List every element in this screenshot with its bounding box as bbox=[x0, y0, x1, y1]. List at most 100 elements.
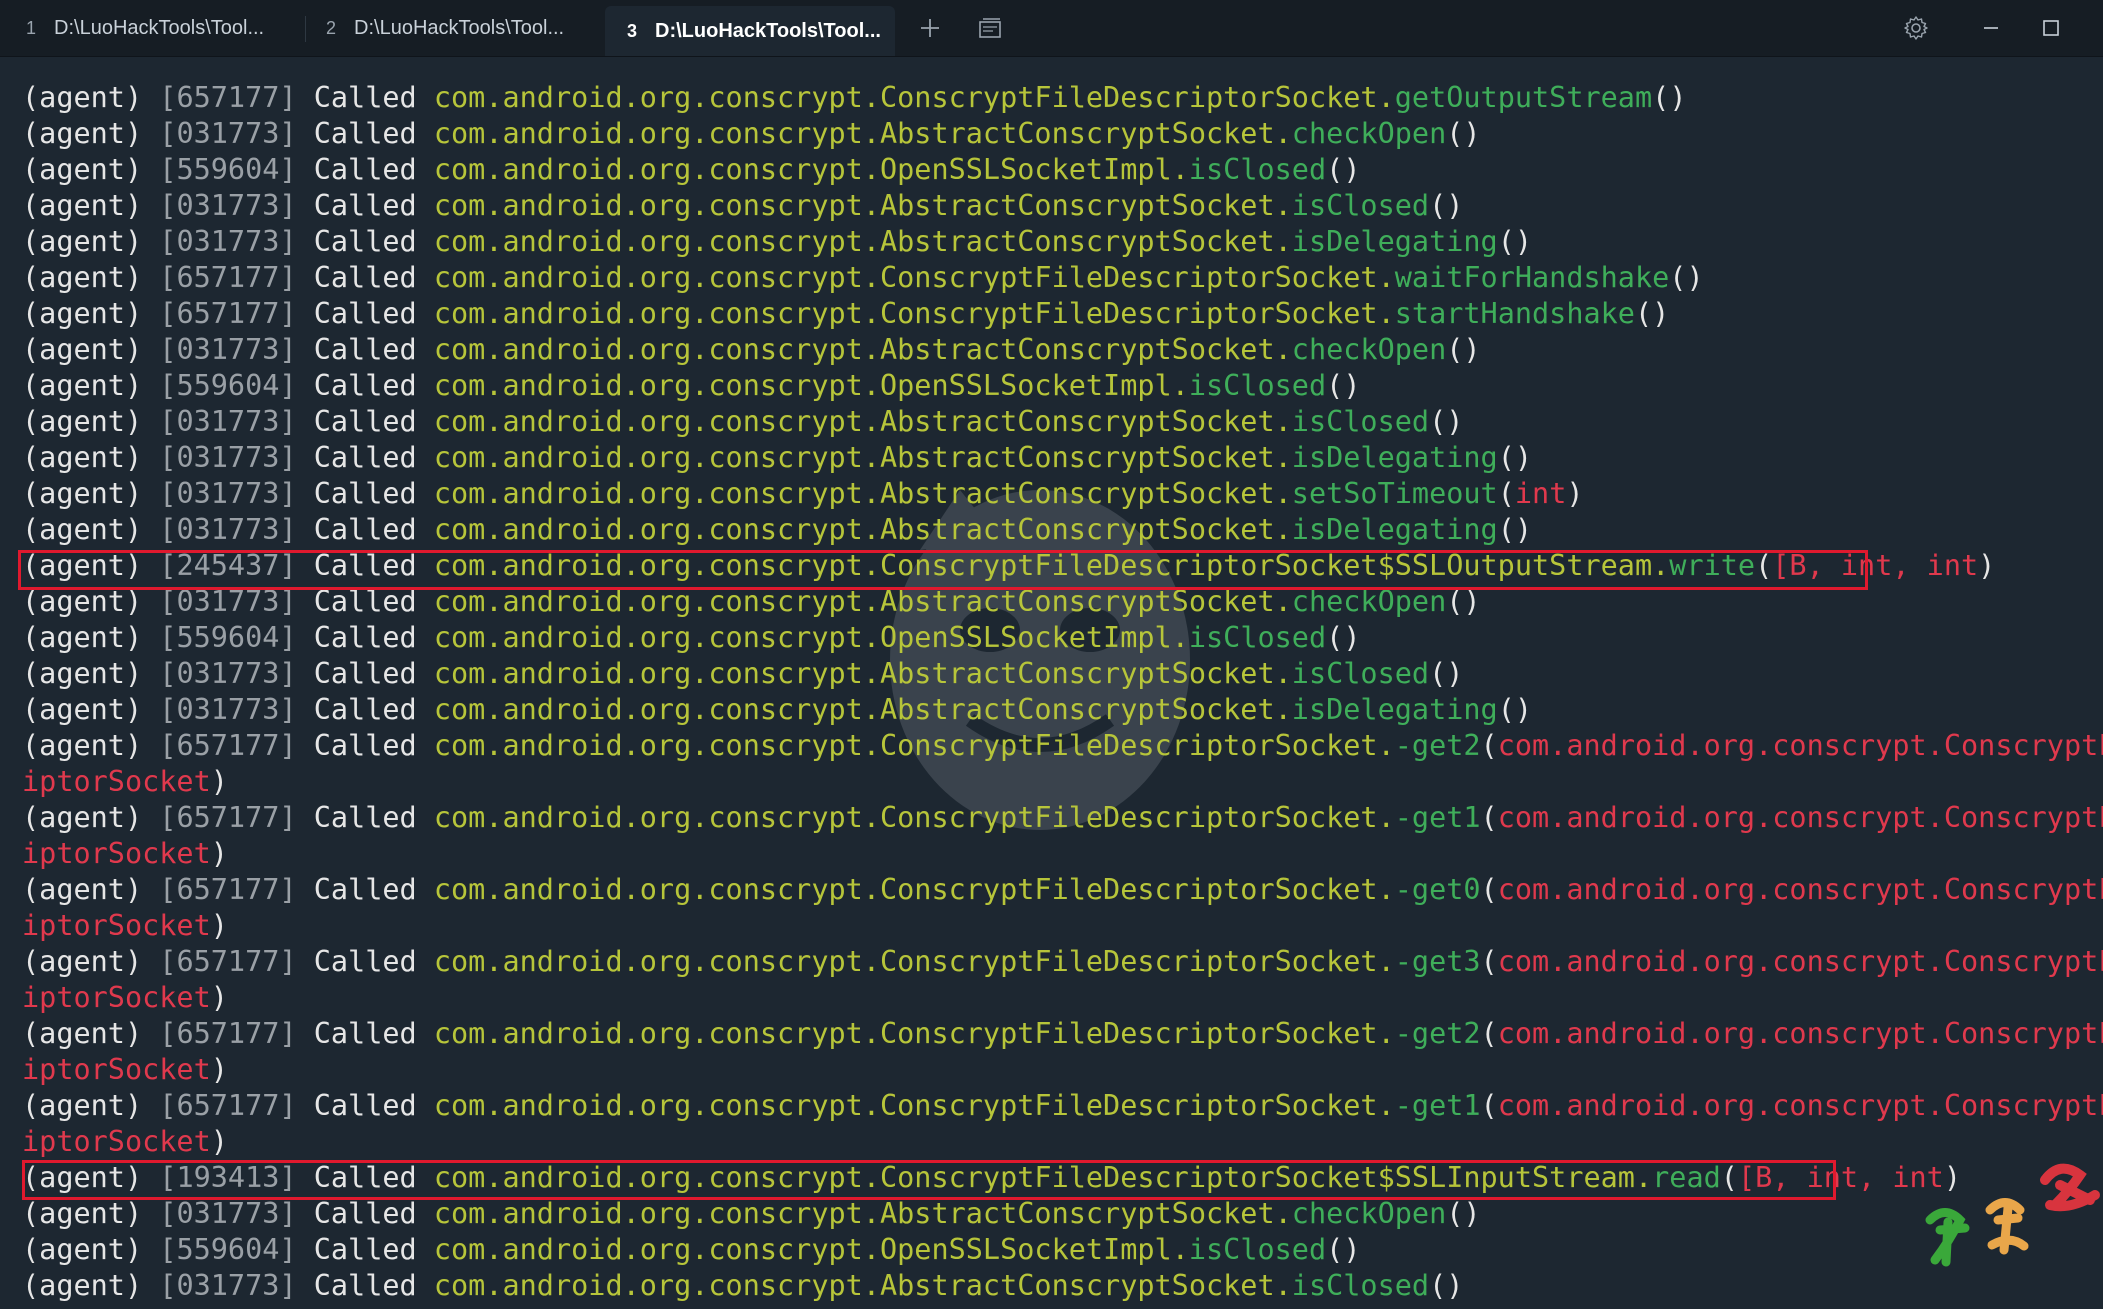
terminal-line: iptorSocket) bbox=[22, 980, 2103, 1016]
terminal-line: iptorSocket) bbox=[22, 764, 2103, 800]
terminal-line: (agent) [031773] Called com.android.org.… bbox=[22, 585, 1481, 618]
tab-overview-button[interactable] bbox=[972, 12, 1008, 44]
terminal-line: (agent) [031773] Called com.android.org.… bbox=[22, 1269, 1464, 1302]
open-paren: ( bbox=[1480, 1017, 1498, 1050]
process-id: [657177] bbox=[159, 81, 297, 114]
open-paren: ( bbox=[1326, 153, 1344, 186]
maximize-button[interactable] bbox=[2033, 12, 2069, 44]
agent-prefix: (agent) bbox=[22, 81, 143, 114]
agent-prefix: (agent) bbox=[22, 657, 143, 690]
open-paren: ( bbox=[1326, 621, 1344, 654]
class-name: com.android.org.conscrypt.AbstractConscr… bbox=[433, 693, 1275, 726]
tab-3[interactable]: 3 D:\LuoHackTools\Tool... bbox=[605, 6, 895, 56]
argument-types: [B, int, int bbox=[1737, 1161, 1944, 1194]
open-paren: ( bbox=[1446, 1197, 1464, 1230]
method-name: -get0 bbox=[1394, 873, 1481, 906]
class-name: com.android.org.conscrypt.OpenSSLSocketI… bbox=[433, 1233, 1172, 1266]
terminal-output[interactable]: (agent) [657177] Called com.android.org.… bbox=[22, 80, 2103, 1309]
open-paren: ( bbox=[1446, 333, 1464, 366]
terminal-line: (agent) [031773] Called com.android.org.… bbox=[22, 657, 1464, 690]
argument-types: iptorSocket bbox=[22, 765, 211, 798]
tab-2[interactable]: 2 D:\LuoHackTools\Tool... bbox=[310, 8, 600, 48]
process-id: [559604] bbox=[159, 153, 297, 186]
method-name: -get3 bbox=[1394, 945, 1481, 978]
method-name: isClosed bbox=[1188, 621, 1327, 654]
agent-prefix: (agent) bbox=[22, 1233, 143, 1266]
argument-types: iptorSocket bbox=[22, 1053, 211, 1086]
window-icon bbox=[978, 17, 1002, 39]
open-paren: ( bbox=[1720, 1161, 1738, 1194]
called-keyword: Called bbox=[313, 405, 417, 438]
method-name: isDelegating bbox=[1291, 225, 1498, 258]
process-id: [031773] bbox=[159, 585, 297, 618]
called-keyword: Called bbox=[313, 729, 417, 762]
called-keyword: Called bbox=[313, 189, 417, 222]
open-paren: ( bbox=[1497, 513, 1515, 546]
class-name: com.android.org.conscrypt.ConscryptFileD… bbox=[433, 297, 1378, 330]
class-name: com.android.org.conscrypt.AbstractConscr… bbox=[433, 189, 1275, 222]
argument-types: [B, int, int bbox=[1772, 549, 1979, 582]
tab-number: 1 bbox=[26, 17, 37, 38]
process-id: [559604] bbox=[159, 369, 297, 402]
process-id: [031773] bbox=[159, 189, 297, 222]
terminal-line: (agent) [657177] Called com.android.org.… bbox=[22, 800, 2103, 836]
class-name: com.android.org.conscrypt.ConscryptFileD… bbox=[433, 261, 1378, 294]
agent-prefix: (agent) bbox=[22, 1161, 143, 1194]
method-name: getOutputStream bbox=[1394, 81, 1653, 114]
called-keyword: Called bbox=[313, 657, 417, 690]
called-keyword: Called bbox=[313, 801, 417, 834]
agent-prefix: (agent) bbox=[22, 225, 143, 258]
terminal-line: (agent) [031773] Called com.android.org.… bbox=[22, 1197, 1481, 1230]
close-paren: ) bbox=[1686, 261, 1704, 294]
method-name: isDelegating bbox=[1291, 693, 1498, 726]
called-keyword: Called bbox=[313, 117, 417, 150]
tab-1[interactable]: 1 D:\LuoHackTools\Tool... bbox=[10, 8, 300, 48]
argument-types: iptorSocket bbox=[22, 981, 211, 1014]
terminal-line: iptorSocket) bbox=[22, 1052, 2103, 1088]
terminal-line: (agent) [031773] Called com.android.org.… bbox=[22, 441, 1533, 474]
open-paren: ( bbox=[1652, 81, 1670, 114]
agent-prefix: (agent) bbox=[22, 117, 143, 150]
argument-types: com.android.org.conscrypt.ConscryptFileD… bbox=[1497, 1089, 2103, 1122]
terminal-line: (agent) [031773] Called com.android.org.… bbox=[22, 405, 1464, 438]
tab-label: D:\LuoHackTools\Tool... bbox=[655, 19, 881, 42]
method-name: waitForHandshake bbox=[1394, 261, 1670, 294]
class-name: com.android.org.conscrypt.ConscryptFileD… bbox=[433, 1017, 1378, 1050]
method-name: checkOpen bbox=[1291, 585, 1447, 618]
open-paren: ( bbox=[1429, 405, 1447, 438]
called-keyword: Called bbox=[313, 153, 417, 186]
open-paren: ( bbox=[1429, 189, 1447, 222]
agent-prefix: (agent) bbox=[22, 549, 143, 582]
plus-icon bbox=[919, 17, 941, 39]
close-paren: ) bbox=[1978, 549, 1996, 582]
close-paren: ) bbox=[1343, 153, 1361, 186]
settings-button[interactable] bbox=[1898, 12, 1934, 44]
terminal-line: (agent) [657177] Called com.android.org.… bbox=[22, 261, 1704, 294]
called-keyword: Called bbox=[313, 477, 417, 510]
method-name: isClosed bbox=[1291, 1269, 1430, 1302]
called-keyword: Called bbox=[313, 513, 417, 546]
method-name: isClosed bbox=[1188, 1233, 1327, 1266]
class-name: com.android.org.conscrypt.ConscryptFileD… bbox=[433, 549, 1653, 582]
minimize-button[interactable] bbox=[1973, 12, 2009, 44]
close-paren: ) bbox=[1463, 1197, 1481, 1230]
close-paren: ) bbox=[210, 981, 228, 1014]
called-keyword: Called bbox=[313, 873, 417, 906]
agent-prefix: (agent) bbox=[22, 585, 143, 618]
close-paren: ) bbox=[1463, 333, 1481, 366]
class-name: com.android.org.conscrypt.AbstractConscr… bbox=[433, 585, 1275, 618]
process-id: [031773] bbox=[159, 117, 297, 150]
close-paren: ) bbox=[1446, 657, 1464, 690]
new-tab-button[interactable] bbox=[912, 12, 948, 44]
class-name: com.android.org.conscrypt.ConscryptFileD… bbox=[433, 1161, 1635, 1194]
terminal-line: (agent) [657177] Called com.android.org.… bbox=[22, 944, 2103, 980]
process-id: [031773] bbox=[159, 1197, 297, 1230]
method-name: checkOpen bbox=[1291, 1197, 1447, 1230]
method-name: checkOpen bbox=[1291, 333, 1447, 366]
agent-prefix: (agent) bbox=[22, 801, 143, 834]
terminal-line: (agent) [559604] Called com.android.org.… bbox=[22, 369, 1361, 402]
terminal-line: (agent) [657177] Called com.android.org.… bbox=[22, 297, 1670, 330]
open-paren: ( bbox=[1480, 729, 1498, 762]
agent-prefix: (agent) bbox=[22, 1197, 143, 1230]
class-name: com.android.org.conscrypt.OpenSSLSocketI… bbox=[433, 621, 1172, 654]
